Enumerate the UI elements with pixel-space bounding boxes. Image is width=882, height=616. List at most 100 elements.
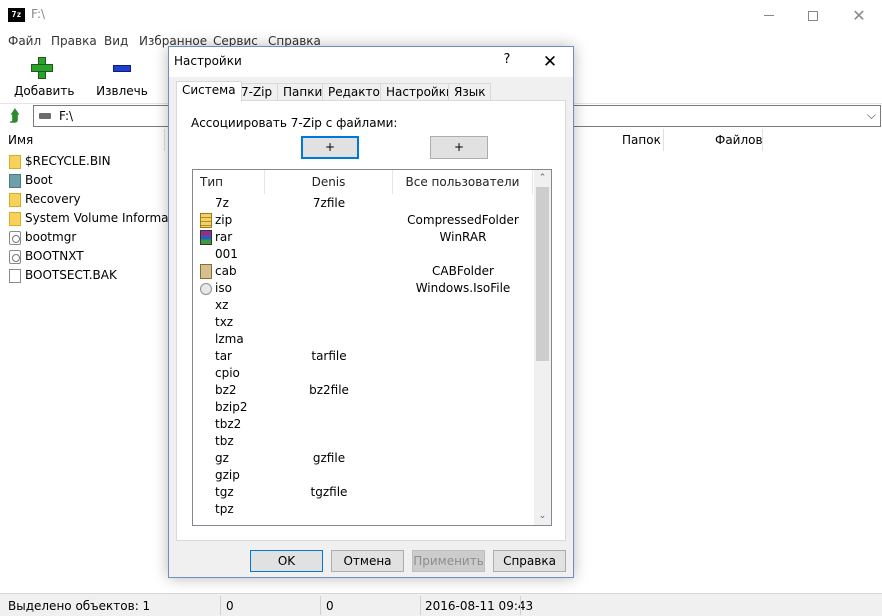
association-list[interactable]: Тип Denis Все пользователи 7z 7zfile zip Co…: [192, 169, 552, 526]
folder-icon: [9, 193, 21, 207]
association-ext: bzip2: [215, 400, 248, 414]
folder-icon: [9, 212, 21, 226]
scroll-down-icon[interactable]: ⌄: [534, 508, 551, 525]
document-icon: [9, 269, 21, 283]
system-file-icon: [9, 250, 21, 264]
list-header-all-users[interactable]: Все пользователи: [393, 170, 533, 194]
association-row[interactable]: 001: [193, 246, 533, 263]
association-row[interactable]: tar tarfile: [193, 348, 533, 365]
close-button[interactable]: ✕: [836, 0, 882, 31]
association-row[interactable]: bzip2: [193, 399, 533, 416]
association-row[interactable]: xz: [193, 297, 533, 314]
tab-folders[interactable]: Папки: [277, 83, 329, 101]
association-all-users: CABFolder: [432, 264, 494, 278]
status-size: 0: [226, 599, 234, 613]
column-header-name[interactable]: Имя: [8, 129, 165, 151]
file-name: $RECYCLE.BIN: [25, 154, 111, 168]
association-user: bz2file: [309, 383, 349, 397]
column-header-files[interactable]: Файлов: [715, 129, 763, 151]
window-title: F:\: [31, 7, 46, 21]
association-user: tgzfile: [310, 485, 348, 499]
main-titlebar: 7z F:\ ✕: [0, 0, 882, 31]
associate-current-user-button[interactable]: +: [301, 136, 359, 159]
association-ext: zip: [215, 213, 233, 227]
file-name: Boot: [25, 173, 53, 187]
association-row[interactable]: iso Windows.IsoFile: [193, 280, 533, 297]
association-row[interactable]: gz gzfile: [193, 450, 533, 467]
maximize-button[interactable]: [790, 0, 836, 31]
association-row[interactable]: zip CompressedFolder: [193, 212, 533, 229]
association-row[interactable]: bz2 bz2file: [193, 382, 533, 399]
tab-system[interactable]: Система: [176, 81, 242, 102]
dialog-title: Настройки: [174, 54, 242, 68]
file-row[interactable]: bootmgr: [0, 228, 165, 247]
extract-button[interactable]: Извлечь: [95, 57, 149, 98]
zip-file-icon: [200, 213, 212, 228]
association-row[interactable]: tbz: [193, 433, 533, 450]
association-ext: cab: [215, 264, 237, 278]
cab-file-icon: [200, 264, 212, 279]
tab-language[interactable]: Язык: [448, 83, 492, 101]
add-icon: [31, 57, 53, 79]
cancel-button[interactable]: Отмена: [331, 550, 404, 572]
menu-edit[interactable]: Правка: [51, 34, 97, 48]
file-row[interactable]: BOOTSECT.BAK: [0, 266, 165, 285]
association-ext: gz: [215, 451, 229, 465]
7zip-logo-icon: 7z: [8, 8, 25, 22]
association-ext: gzip: [215, 468, 240, 482]
dialog-close-icon[interactable]: ✕: [535, 50, 565, 74]
association-row[interactable]: tpz: [193, 501, 533, 518]
file-row[interactable]: $RECYCLE.BIN: [0, 152, 165, 171]
scrollbar-thumb[interactable]: [536, 187, 549, 361]
association-row[interactable]: cab CABFolder: [193, 263, 533, 280]
menu-file[interactable]: Файл: [8, 34, 41, 48]
association-row[interactable]: rar WinRAR: [193, 229, 533, 246]
file-row[interactable]: Boot: [0, 171, 165, 190]
maximize-icon: [808, 10, 818, 21]
association-row[interactable]: tgz tgzfile: [193, 484, 533, 501]
chevron-down-icon[interactable]: ⌵: [867, 108, 876, 123]
ok-button[interactable]: OK: [250, 550, 323, 572]
file-name: BOOTNXT: [25, 249, 84, 263]
address-path: F:\: [59, 109, 74, 123]
help-icon[interactable]: ?: [494, 52, 520, 72]
minimize-button[interactable]: [746, 0, 792, 31]
status-selected: Выделено объектов: 1: [8, 599, 151, 613]
menu-view[interactable]: Вид: [104, 34, 128, 48]
association-row[interactable]: tbz2: [193, 416, 533, 433]
association-row[interactable]: cpio: [193, 365, 533, 382]
association-ext: tgz: [215, 485, 234, 499]
scroll-up-icon[interactable]: ⌃: [534, 170, 551, 187]
association-ext: lzma: [215, 332, 244, 346]
list-header-user[interactable]: Denis: [265, 170, 393, 194]
add-button[interactable]: Добавить: [14, 57, 75, 98]
vertical-scrollbar[interactable]: ⌃ ⌄: [534, 170, 551, 525]
column-header-folders[interactable]: Папок: [622, 129, 664, 151]
association-ext: tpz: [215, 502, 234, 516]
association-row[interactable]: 7z 7zfile: [193, 195, 533, 212]
association-ext: xz: [215, 298, 229, 312]
association-row[interactable]: gzip: [193, 467, 533, 484]
association-all-users: CompressedFolder: [407, 213, 519, 227]
association-user: gzfile: [312, 451, 346, 465]
folder-up-icon[interactable]: ⮭: [6, 107, 23, 124]
file-name: Recovery: [25, 192, 81, 206]
association-all-users: Windows.IsoFile: [415, 281, 511, 295]
file-row[interactable]: Recovery: [0, 190, 165, 209]
association-user: tarfile: [311, 349, 347, 363]
help-button[interactable]: Справка: [493, 550, 566, 572]
association-row[interactable]: txz: [193, 314, 533, 331]
associate-all-users-button[interactable]: +: [430, 136, 488, 159]
status-bar: Выделено объектов: 1 0 0 2016-08-11 09:4…: [0, 593, 882, 616]
system-tab-panel: Ассоциировать 7-Zip с файлами: + + Тип D…: [176, 100, 566, 541]
add-button-label: Добавить: [14, 84, 75, 98]
association-ext: cpio: [215, 366, 240, 380]
system-file-icon: [9, 231, 21, 245]
status-packed-size: 0: [326, 599, 334, 613]
list-header-type[interactable]: Тип: [193, 170, 265, 194]
association-ext: tbz2: [215, 417, 242, 431]
file-row[interactable]: System Volume Informa...: [0, 209, 180, 228]
folder-icon: [9, 155, 21, 169]
file-row[interactable]: BOOTNXT: [0, 247, 165, 266]
association-row[interactable]: lzma: [193, 331, 533, 348]
